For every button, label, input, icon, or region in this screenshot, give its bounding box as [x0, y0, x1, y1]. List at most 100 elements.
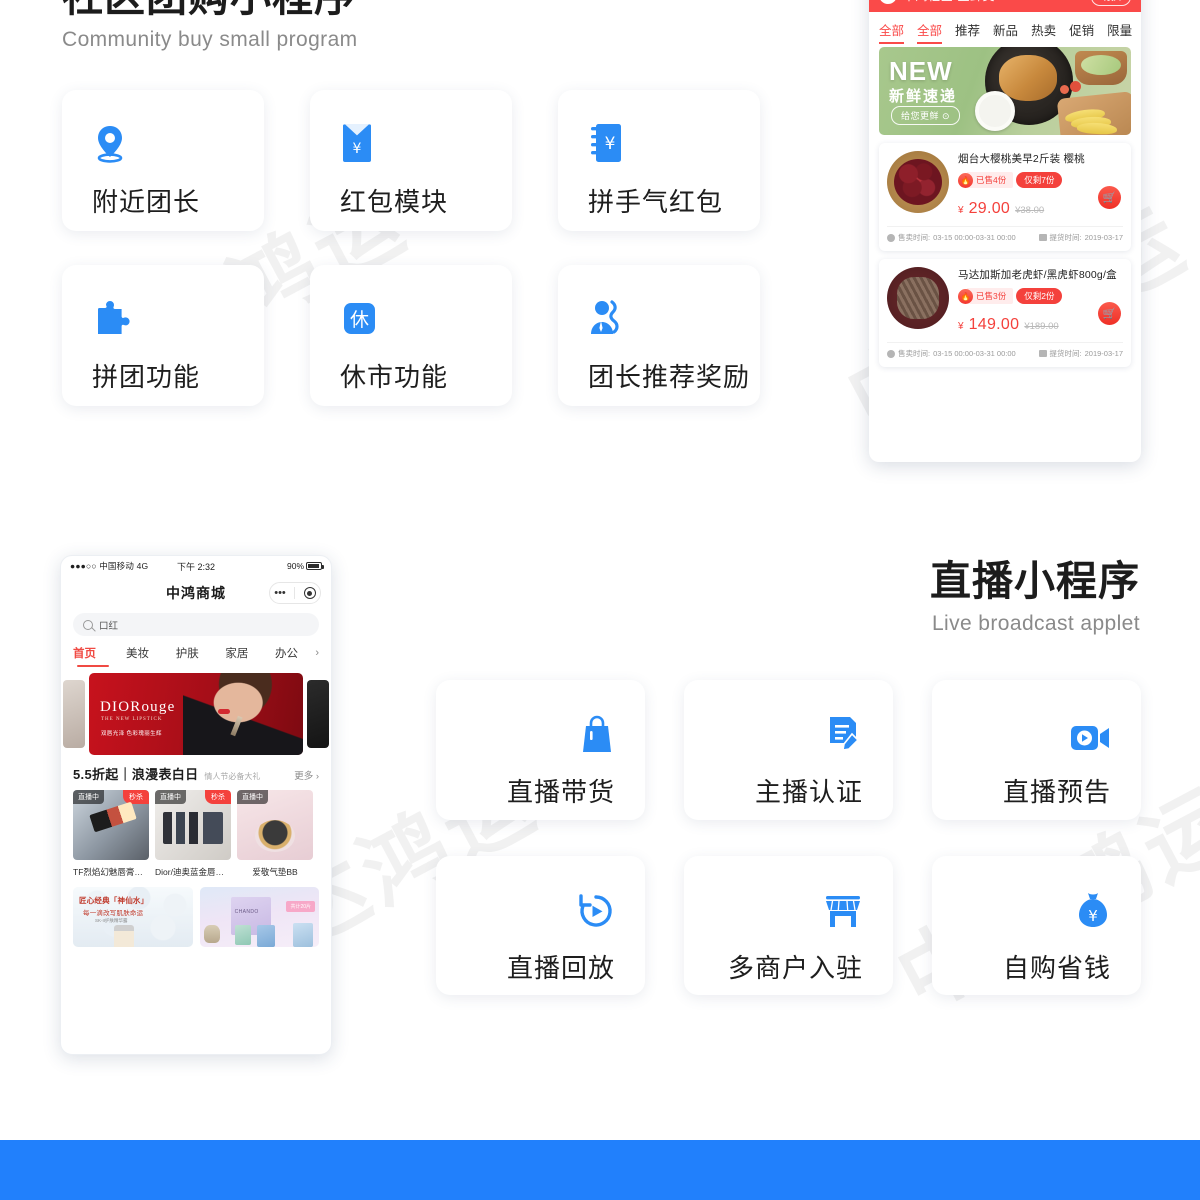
live-card-replay[interactable]: 直播回放	[436, 856, 645, 995]
shopping-cart-icon[interactable]: 🛒	[1098, 302, 1121, 325]
category-tab-6[interactable]: 限量	[1107, 20, 1132, 39]
svg-text:¥: ¥	[605, 134, 616, 154]
category-tab-1[interactable]: 全部	[917, 20, 943, 44]
store-bar[interactable]: Z 中鸿社区-生鲜类 › 切换	[869, 0, 1141, 12]
category-tab-4[interactable]: 热卖	[1031, 20, 1056, 39]
banner-desc: 双唇光泽 色彩瑰丽生辉	[101, 731, 162, 737]
category-tab-2[interactable]: 推荐	[955, 20, 980, 39]
feature-card-label: 附近团长	[92, 187, 201, 217]
switch-store-button[interactable]: 切换	[1091, 0, 1131, 6]
more-icon[interactable]: •••	[274, 587, 286, 599]
pickup-icon	[1038, 350, 1047, 357]
promo-pack-image	[293, 923, 313, 947]
product-thumbnail	[887, 267, 949, 329]
mall-category-tabs[interactable]: 首页 美妆 护肤 家居 办公 ›	[61, 636, 331, 667]
feature-card-lucky-money[interactable]: ¥ 拼手气红包	[558, 90, 760, 231]
mall-tab-makeup[interactable]: 美妆	[113, 645, 163, 661]
more-link[interactable]: 更多 ›	[294, 768, 319, 782]
target-icon[interactable]	[303, 587, 316, 599]
live-badge: 直播中	[237, 790, 268, 804]
live-card-multi-merchant[interactable]: 多商户入驻	[684, 856, 893, 995]
promo-banner[interactable]: NEW 新鲜速递 给您更鲜 ⊙	[879, 47, 1131, 135]
pickup-label: 提货时间:	[1049, 233, 1082, 242]
fire-icon: 🔥	[958, 288, 973, 304]
product-list-item[interactable]: 烟台大樱桃美早2斤装 樱桃 🔥 已售4份 仅剩7份 ¥ 29.00 ¥38.00…	[879, 143, 1131, 251]
sale-time-value: 03-15 00:00-03-31 00:00	[933, 233, 1016, 242]
live-card-label: 多商户入驻	[727, 953, 863, 983]
promo-pack-image	[235, 925, 252, 945]
live-badge: 直播中	[73, 790, 104, 804]
sale-time-label: 售卖时间:	[898, 233, 931, 242]
live-section-title: 直播小程序 Live broadcast applet	[930, 558, 1140, 636]
promo-pack-image	[256, 925, 275, 947]
banner-carousel[interactable]: DIORouge THE NEW LIPSTICK 双唇光泽 色彩瑰丽生辉	[61, 673, 331, 755]
product-card[interactable]: 直播中 秒杀 Dior/迪奥蓝金唇膏…	[155, 790, 231, 878]
category-tab-5[interactable]: 促销	[1069, 20, 1094, 39]
promo-banner-skii[interactable]: 匠心经典「神仙水」 每一滴改写肌肤命运 SK-II护肤精华露	[73, 887, 193, 947]
community-title-en: Community buy small program	[62, 28, 358, 51]
search-icon	[83, 619, 93, 630]
leader-reward-icon	[588, 293, 730, 339]
banner-brand: DIORouge	[100, 699, 176, 715]
live-title-cn: 直播小程序	[930, 558, 1140, 604]
category-tabs[interactable]: 全部 全部 推荐 新品 热卖 促销 限量 用户	[869, 12, 1141, 45]
live-title-en: Live broadcast applet	[931, 612, 1140, 635]
category-tab-0[interactable]: 全部	[879, 20, 905, 44]
puzzle-piece-icon	[92, 293, 234, 339]
carousel-side-slide[interactable]	[63, 680, 85, 748]
remaining-badge: 仅剩7份	[1016, 172, 1063, 188]
product-title: 马达加斯加老虎虾/黑虎虾800g/盒	[958, 269, 1117, 281]
store-name: 中鸿社区-生鲜类	[903, 0, 995, 4]
product-meta-row: 售卖时间: 03-15 00:00-03-31 00:00 提货时间: 2019-0…	[887, 342, 1123, 359]
status-time: 下午 2:32	[176, 561, 216, 572]
live-card-label: 直播回放	[506, 953, 615, 983]
search-input[interactable]: 口红	[73, 613, 319, 636]
banner-pill-button[interactable]: 给您更鲜 ⊙	[891, 106, 961, 125]
svg-text:¥: ¥	[353, 141, 362, 157]
promo-tag: 共计20片	[286, 901, 315, 912]
promo-deer-image	[203, 925, 220, 943]
banner-plate	[974, 91, 1015, 131]
location-pin-icon	[92, 118, 234, 164]
feature-card-leader-reward[interactable]: 团长推荐奖励	[558, 265, 760, 406]
mall-tab-office[interactable]: 办公	[262, 645, 312, 661]
banner-sub: THE NEW LIPSTICK	[101, 717, 163, 722]
original-price: ¥189.00	[1024, 321, 1059, 332]
promo-banner-row: 匠心经典「神仙水」 每一滴改写肌肤命运 SK-II护肤精华露 CHANDO 共计…	[61, 878, 331, 947]
banner-tomato	[1070, 81, 1081, 92]
category-tab-3[interactable]: 新品	[993, 20, 1018, 39]
live-badge: 直播中	[155, 790, 186, 804]
product-grid: 直播中 秒杀 TF烈焰幻魅唇膏哑… 直播中 秒杀 Dior/迪奥蓝金唇膏… 直播…	[61, 783, 331, 878]
community-section-title: 社区团购小程序 Community buy small program	[62, 0, 358, 52]
promo-caption: SK-II护肤精华露	[95, 918, 128, 923]
banner-model-photo	[183, 673, 303, 755]
mall-tab-home[interactable]: 首页	[73, 645, 113, 667]
wechat-capsule-button[interactable]: •••	[269, 582, 321, 604]
money-bag-icon: ¥	[962, 884, 1111, 930]
carousel-active-slide[interactable]: DIORouge THE NEW LIPSTICK 双唇光泽 色彩瑰丽生辉	[89, 673, 303, 755]
feature-card-market-rest[interactable]: 休 休市功能	[310, 265, 512, 406]
mall-tab-home-goods[interactable]: 家居	[212, 645, 262, 661]
live-card-label: 自购省钱	[1002, 953, 1111, 983]
product-card[interactable]: 直播中 爱敬气垫BB	[237, 790, 313, 878]
currency-symbol: ¥	[958, 205, 964, 216]
store-logo-icon: Z	[879, 0, 897, 4]
product-name: 爱敬气垫BB	[252, 867, 298, 877]
carousel-side-slide[interactable]	[307, 680, 329, 748]
product-card[interactable]: 直播中 秒杀 TF烈焰幻魅唇膏哑…	[73, 790, 149, 878]
product-list-item[interactable]: 马达加斯加老虎虾/黑虎虾800g/盒 🔥 已售3份 仅剩2份 ¥ 149.00 …	[879, 259, 1131, 367]
shopping-cart-icon[interactable]: 🛒	[1098, 186, 1121, 209]
feature-card-group-buy[interactable]: 拼团功能	[62, 265, 264, 406]
live-card-host-verify[interactable]: 主播认证	[684, 680, 893, 820]
promo-banner-chando[interactable]: CHANDO 共计20片	[199, 887, 319, 947]
chevron-right-icon[interactable]: ›	[311, 647, 319, 659]
live-card-live-preview[interactable]: 直播预告	[932, 680, 1141, 820]
mall-tab-skincare[interactable]: 护肤	[162, 645, 212, 661]
product-thumbnail	[887, 151, 949, 213]
feature-card-red-envelope[interactable]: ¥ 红包模块	[310, 90, 512, 231]
capsule-divider	[294, 587, 296, 599]
live-card-self-purchase[interactable]: ¥ 自购省钱	[932, 856, 1141, 995]
deal-badge: 秒杀	[205, 790, 231, 804]
live-card-live-selling[interactable]: 直播带货	[436, 680, 645, 820]
feature-card-nearby-leader[interactable]: 附近团长	[62, 90, 264, 231]
